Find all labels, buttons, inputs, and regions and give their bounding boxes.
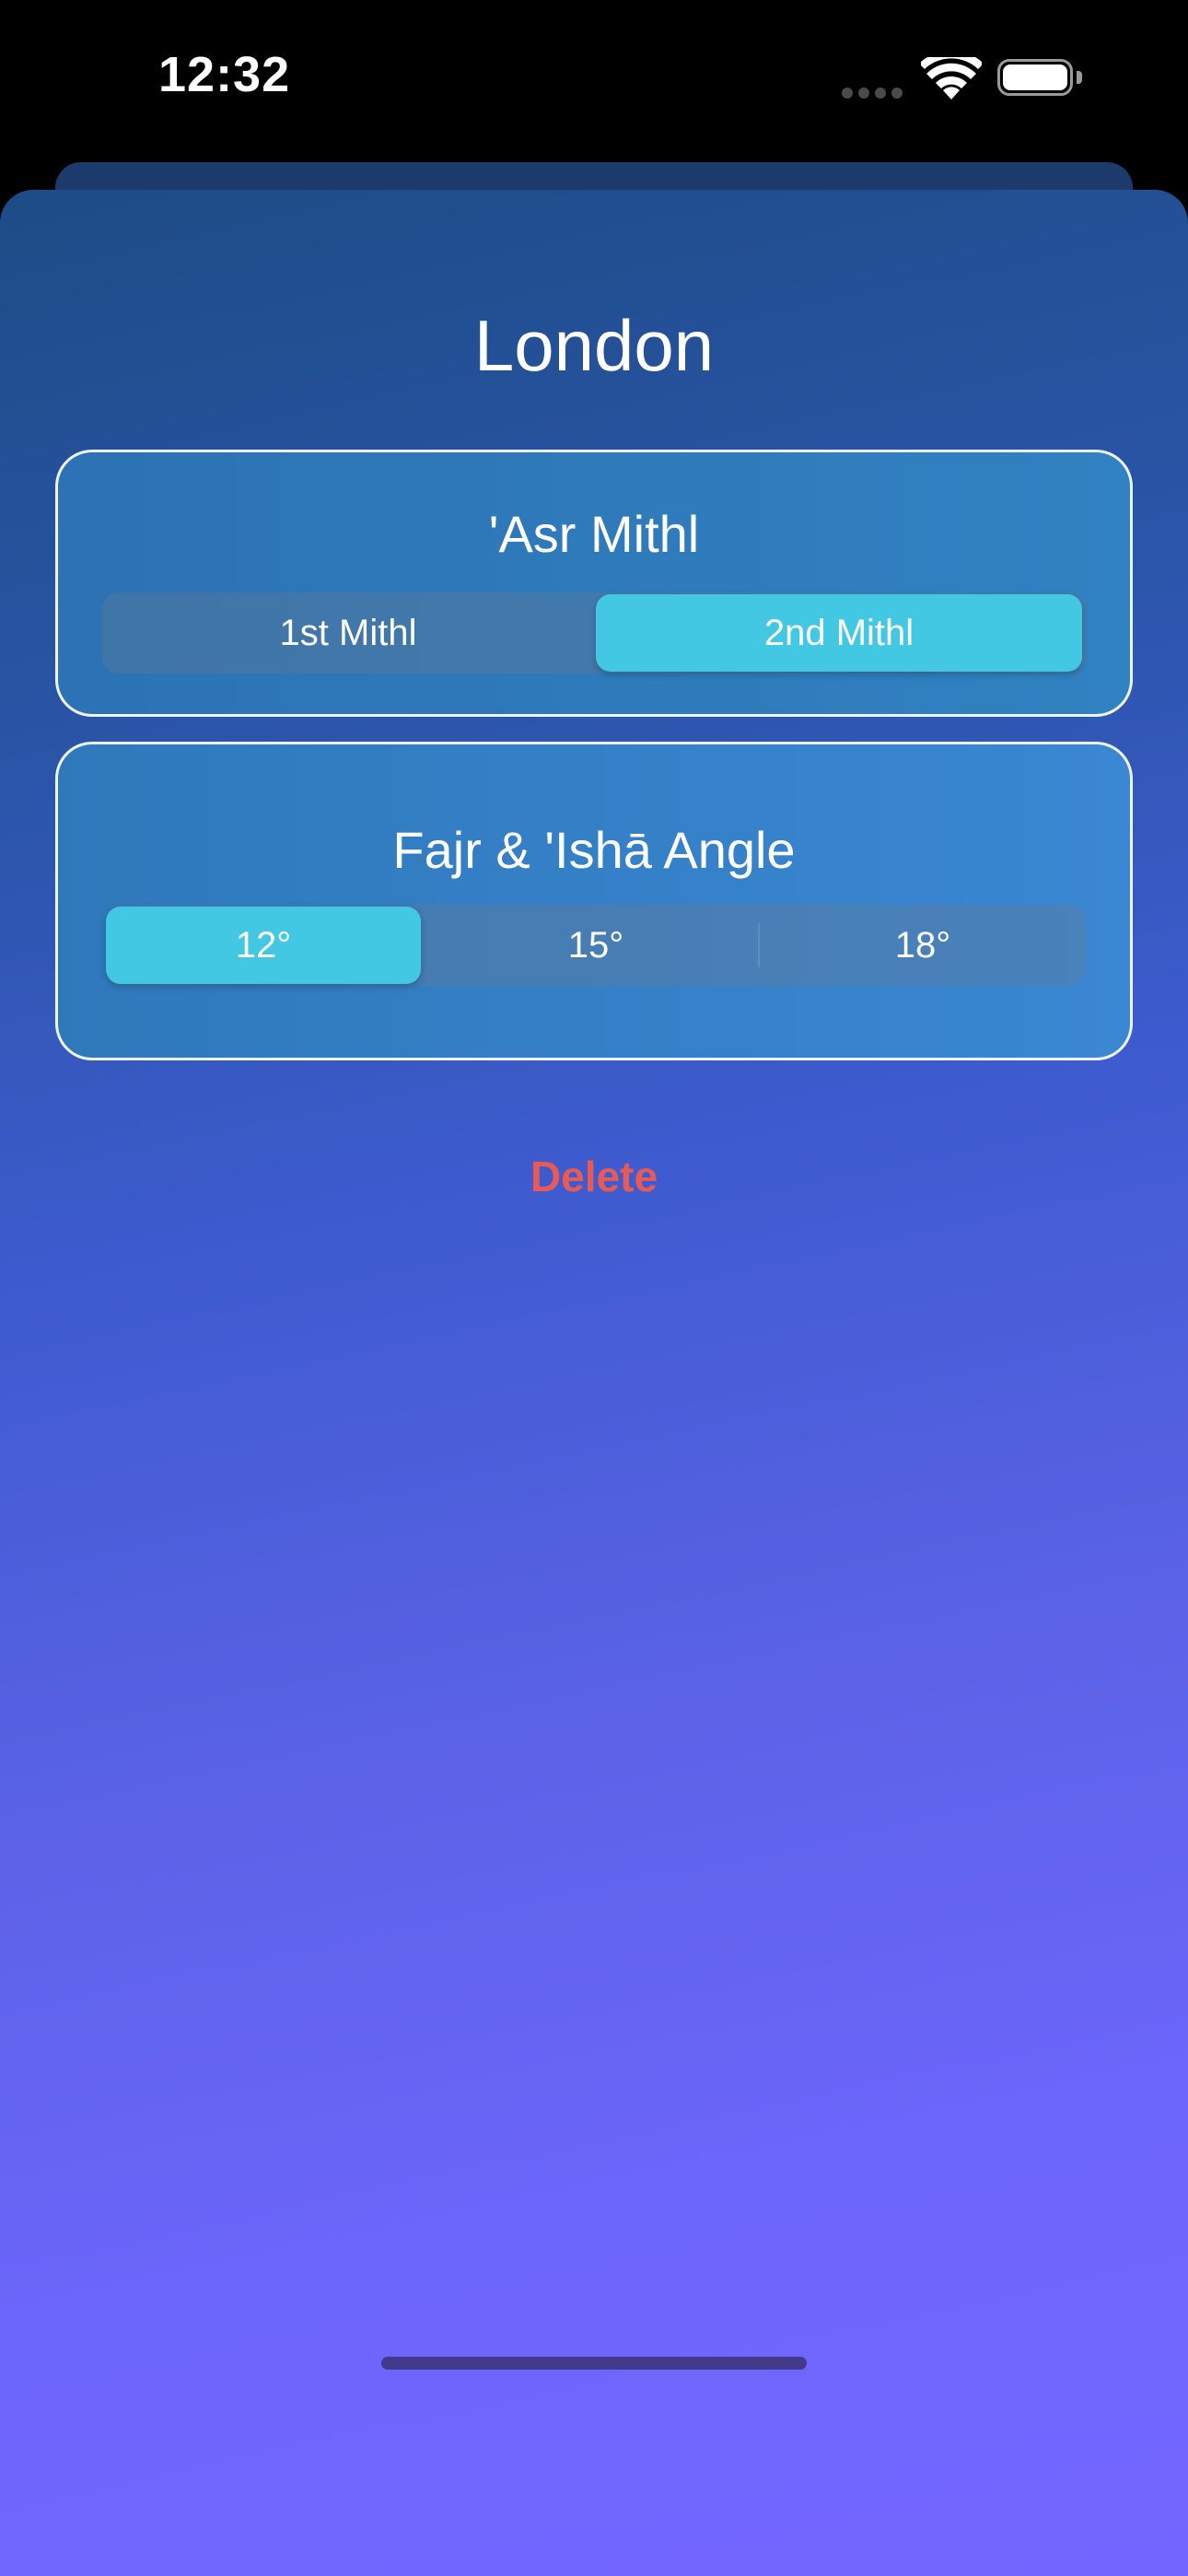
home-indicator[interactable]	[381, 2357, 807, 2370]
cellular-signal-icon	[842, 88, 903, 99]
status-time: 12:32	[158, 47, 291, 102]
fajr-isha-angle-title: Fajr & 'Ishā Angle	[392, 821, 796, 879]
segment-18-degrees[interactable]: 18°	[760, 905, 1086, 986]
segment-15-degrees[interactable]: 15°	[434, 905, 758, 986]
segment-2nd-mithl[interactable]: 2nd Mithl	[596, 594, 1082, 672]
status-bar: 12:32	[0, 0, 1188, 166]
asr-mithl-card: 'Asr Mithl 1st Mithl 2nd Mithl	[55, 450, 1133, 717]
app-screen: 12:32 London 'Asr Mithl 1st Mithl 2nd Mi…	[0, 0, 1188, 2576]
segment-1st-mithl[interactable]: 1st Mithl	[102, 592, 594, 673]
asr-mithl-title: 'Asr Mithl	[488, 505, 700, 563]
fajr-isha-angle-segmented-control: 12° 15° 18°	[106, 905, 1086, 986]
settings-sheet: London 'Asr Mithl 1st Mithl 2nd Mithl Fa…	[0, 190, 1188, 2576]
battery-icon	[997, 59, 1086, 100]
delete-button[interactable]: Delete	[0, 1152, 1188, 1201]
segment-12-degrees[interactable]: 12°	[106, 907, 421, 984]
fajr-isha-angle-card: Fajr & 'Ishā Angle 12° 15° 18°	[55, 742, 1133, 1060]
page-title: London	[473, 305, 715, 386]
asr-mithl-segmented-control: 1st Mithl 2nd Mithl	[102, 592, 1086, 673]
wifi-icon	[919, 50, 984, 101]
